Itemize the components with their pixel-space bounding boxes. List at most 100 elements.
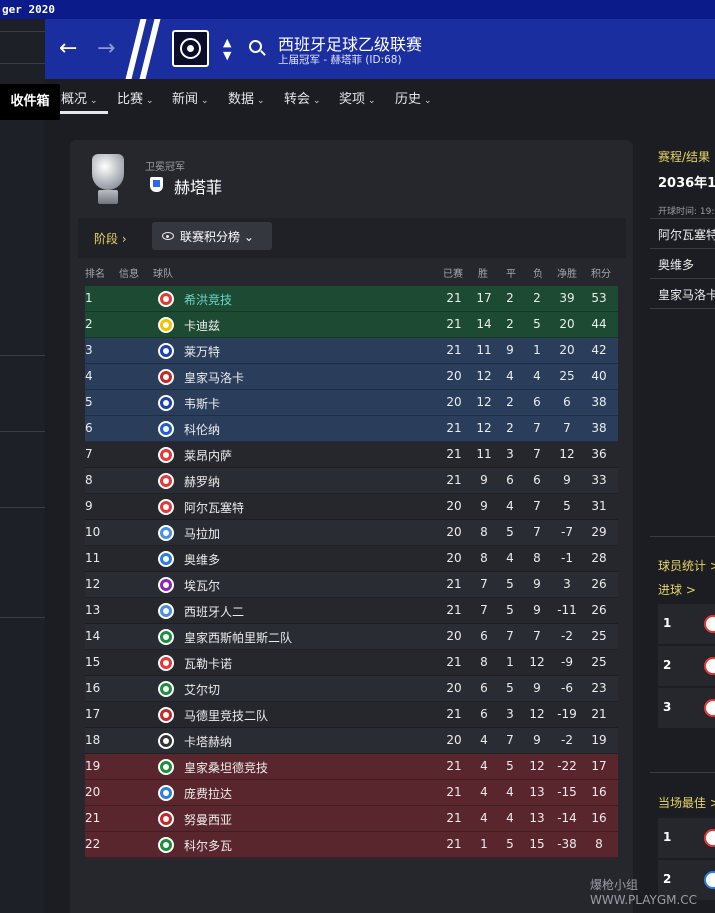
cell-pos: 19 <box>85 759 101 773</box>
cell-won: 7 <box>480 603 488 617</box>
defending-champion-name[interactable]: 赫塔菲 <box>174 174 222 198</box>
team-name-link[interactable]: 卡塔赫纳 <box>184 733 232 750</box>
tab-awards[interactable]: 奖项 ⌄ <box>339 88 376 107</box>
sidebar-divider <box>0 617 45 618</box>
goals-row[interactable]: 1 <box>658 604 715 644</box>
col-header-info[interactable]: 信息 <box>119 265 139 280</box>
table-row[interactable]: 8 21 9 6 6 9 33 赫罗纳 <box>85 468 618 494</box>
table-row[interactable]: 2 21 14 2 5 20 44 卡迪兹 <box>85 312 618 338</box>
team-name-link[interactable]: 奥维多 <box>184 551 220 568</box>
table-row[interactable]: 4 20 12 4 4 25 40 皇家马洛卡 <box>85 364 618 390</box>
table-row[interactable]: 9 20 9 4 7 5 31 阿尔瓦塞特 <box>85 494 618 520</box>
club-badge-icon <box>158 317 174 333</box>
inbox-button[interactable]: 收件箱 <box>0 84 60 120</box>
tab-transfers[interactable]: 转会 ⌄ <box>284 88 321 107</box>
team-name-link[interactable]: 莱万特 <box>184 343 220 360</box>
cell-pos: 20 <box>85 785 101 799</box>
table-row[interactable]: 17 21 6 3 12 -19 21 马德里竞技二队 <box>85 702 618 728</box>
tab-history[interactable]: 历史 ⌄ <box>395 88 432 107</box>
table-row[interactable]: 7 21 11 3 7 12 36 莱昂内萨 <box>85 442 618 468</box>
table-row[interactable]: 11 20 8 4 8 -1 28 奥维多 <box>85 546 618 572</box>
goals-row[interactable]: 2 <box>658 646 715 686</box>
league-table-dropdown[interactable]: 联赛积分榜 ⌄ <box>152 222 272 250</box>
table-row[interactable]: 20 21 4 4 13 -15 16 庞费拉达 <box>85 780 618 806</box>
col-header-won[interactable]: 胜 <box>478 265 488 280</box>
team-name-link[interactable]: 皇家马洛卡 <box>184 369 244 386</box>
tab-news[interactable]: 新闻 ⌄ <box>172 88 209 107</box>
tab-overview[interactable]: 概况 ⌄ <box>61 88 98 107</box>
fixture-item[interactable]: 阿尔瓦塞特 <box>658 226 715 243</box>
cell-won: 17 <box>476 291 492 305</box>
table-row[interactable]: 10 20 8 5 7 -7 29 马拉加 <box>85 520 618 546</box>
team-name-link[interactable]: 科伦纳 <box>184 421 220 438</box>
cell-lost: 9 <box>533 603 541 617</box>
team-name-link[interactable]: 科尔多瓦 <box>184 837 232 854</box>
goals-row[interactable]: 3 <box>658 688 715 728</box>
cell-pos: 10 <box>85 525 101 539</box>
team-name-link[interactable]: 埃瓦尔 <box>184 577 220 594</box>
window-titlebar: ger 2020 <box>0 0 715 19</box>
fixture-item[interactable]: 皇家马洛卡 <box>658 286 715 303</box>
table-row[interactable]: 13 21 7 5 9 -11 26 西班牙人二 <box>85 598 618 624</box>
team-name-link[interactable]: 希洪竞技 <box>184 291 232 308</box>
cell-pts: 28 <box>591 551 607 565</box>
team-name-link[interactable]: 韦斯卡 <box>184 395 220 412</box>
left-sidebar <box>0 19 45 913</box>
cell-pos: 6 <box>85 421 93 435</box>
team-name-link[interactable]: 西班牙人二 <box>184 603 244 620</box>
col-header-pts[interactable]: 积分 <box>591 265 611 280</box>
cell-won: 9 <box>480 473 488 487</box>
team-name-link[interactable]: 艾尔切 <box>184 681 220 698</box>
fixtures-link[interactable]: 赛程/结果 > <box>658 148 715 165</box>
table-row[interactable]: 18 20 4 7 9 -2 19 卡塔赫纳 <box>85 728 618 754</box>
team-name-link[interactable]: 赫罗纳 <box>184 473 220 490</box>
fixture-item[interactable]: 奥维多 <box>658 256 694 273</box>
table-row[interactable]: 12 21 7 5 9 3 26 埃瓦尔 <box>85 572 618 598</box>
team-name-link[interactable]: 马拉加 <box>184 525 220 542</box>
table-row[interactable]: 19 21 4 5 12 -22 17 皇家桑坦德竞技 <box>85 754 618 780</box>
tab-matches[interactable]: 比赛 ⌄ <box>117 88 154 107</box>
cell-lost: 9 <box>533 681 541 695</box>
table-row[interactable]: 3 21 11 9 1 20 42 莱万特 <box>85 338 618 364</box>
club-badge-icon <box>158 525 174 541</box>
col-header-played[interactable]: 已赛 <box>443 265 463 280</box>
tab-stats[interactable]: 数据 ⌄ <box>228 88 265 107</box>
team-name-link[interactable]: 卡迪兹 <box>184 317 220 334</box>
team-name-link[interactable]: 皇家西斯帕里斯二队 <box>184 629 292 646</box>
team-name-link[interactable]: 瓦勒卡诺 <box>184 655 232 672</box>
table-row[interactable]: 5 20 12 2 6 6 38 韦斯卡 <box>85 390 618 416</box>
cell-drawn: 5 <box>506 759 514 773</box>
search-icon[interactable] <box>249 40 262 53</box>
motm-link[interactable]: 当场最佳 > <box>658 794 715 811</box>
table-row[interactable]: 14 20 6 7 7 -2 25 皇家西斯帕里斯二队 <box>85 624 618 650</box>
team-name-link[interactable]: 莱昂内萨 <box>184 447 232 464</box>
col-header-drawn[interactable]: 平 <box>506 265 516 280</box>
table-row[interactable]: 16 20 6 5 9 -6 23 艾尔切 <box>85 676 618 702</box>
stage-link[interactable]: 阶段 › <box>94 230 127 247</box>
up-down-chevron-icon[interactable]: ▲ ▼ <box>223 36 231 62</box>
player-stats-link[interactable]: 球员统计 > <box>658 557 715 574</box>
col-header-lost[interactable]: 负 <box>533 265 543 280</box>
team-name-link[interactable]: 庞费拉达 <box>184 785 232 802</box>
team-name-link[interactable]: 皇家桑坦德竞技 <box>184 759 268 776</box>
back-arrow-icon[interactable]: ← <box>59 37 77 61</box>
cell-lost: 2 <box>533 291 541 305</box>
table-row[interactable]: 21 21 4 4 13 -14 16 努曼西亚 <box>85 806 618 832</box>
cell-drawn: 5 <box>506 603 514 617</box>
col-header-pos[interactable]: 排名 <box>85 265 105 280</box>
team-name-link[interactable]: 阿尔瓦塞特 <box>184 499 244 516</box>
col-header-gd[interactable]: 净胜 <box>557 265 577 280</box>
col-header-team[interactable]: 球队 <box>153 265 173 280</box>
cell-gd: -15 <box>557 785 577 799</box>
table-row[interactable]: 22 21 1 5 15 -38 8 科尔多瓦 <box>85 832 618 858</box>
goals-link[interactable]: 进球 > <box>658 581 696 598</box>
table-row[interactable]: 6 21 12 2 7 7 38 科伦纳 <box>85 416 618 442</box>
team-name-link[interactable]: 努曼西亚 <box>184 811 232 828</box>
club-badge-icon <box>158 733 174 749</box>
forward-arrow-icon[interactable]: → <box>97 37 115 61</box>
motm-row[interactable]: 1 <box>658 818 715 858</box>
team-name-link[interactable]: 马德里竞技二队 <box>184 707 268 724</box>
table-row[interactable]: 15 21 8 1 12 -9 25 瓦勒卡诺 <box>85 650 618 676</box>
cell-gd: -7 <box>561 525 573 539</box>
table-row[interactable]: 1 21 17 2 2 39 53 希洪竞技 <box>85 286 618 312</box>
